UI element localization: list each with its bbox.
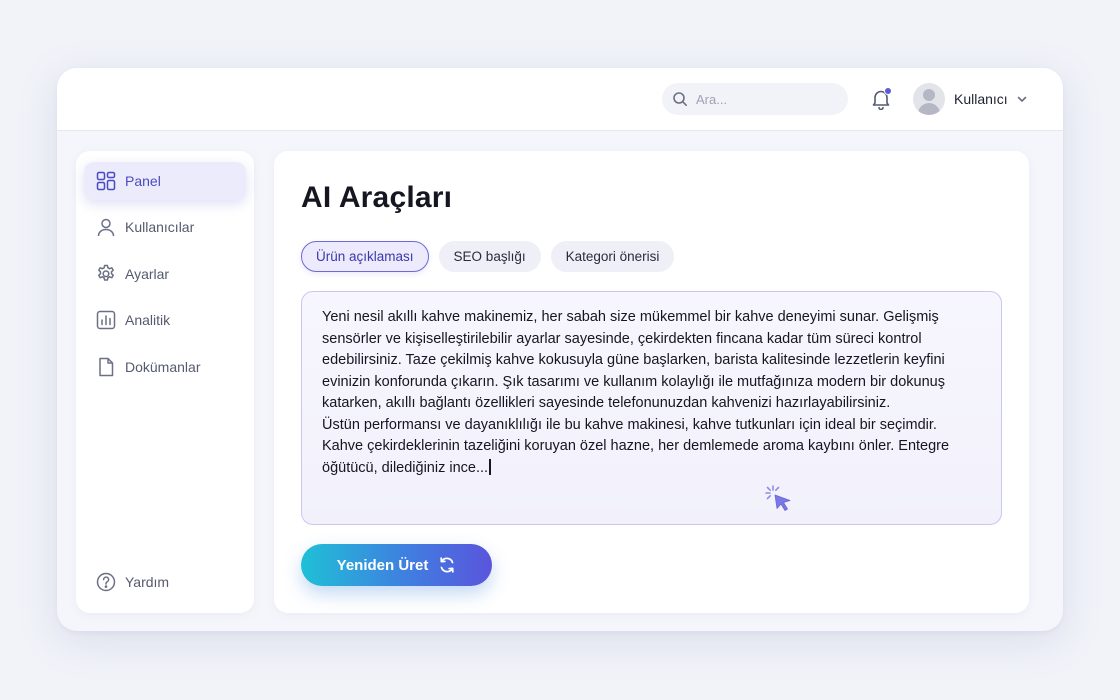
main-panel: AI Araçları Ürün açıklaması SEO başlığı … xyxy=(274,151,1029,613)
search-box[interactable] xyxy=(662,83,848,115)
editor-paragraph-2: Üstün performansı ve dayanıklılığı ile b… xyxy=(322,415,981,480)
avatar xyxy=(913,83,945,115)
sidebar-item-label: Ayarlar xyxy=(125,266,170,282)
user-icon xyxy=(95,216,117,238)
text-caret xyxy=(489,458,491,475)
text-editor[interactable]: Yeni nesil akıllı kahve makinemiz, her s… xyxy=(301,291,1002,525)
top-bar: Kullanıcı xyxy=(57,68,1063,131)
sidebar-item-label: Panel xyxy=(125,173,161,189)
app-window: Kullanıcı Panel Kullanıcılar xyxy=(57,68,1063,631)
sidebar-item-panel[interactable]: Panel xyxy=(84,162,246,200)
sidebar-item-label: Yardım xyxy=(125,574,170,590)
regenerate-button[interactable]: Yeniden Üret xyxy=(301,544,492,586)
document-icon xyxy=(95,356,117,378)
chevron-down-icon xyxy=(1017,96,1027,102)
sidebar: Panel Kullanıcılar Ayarlar Analitik Dokü… xyxy=(76,151,254,613)
sidebar-item-label: Dokümanlar xyxy=(125,359,201,375)
click-cursor-icon xyxy=(765,485,791,511)
tab-seo-title[interactable]: SEO başlığı xyxy=(438,241,541,272)
tab-product-description[interactable]: Ürün açıklaması xyxy=(301,241,429,272)
refresh-icon xyxy=(440,557,455,573)
tab-bar: Ürün açıklaması SEO başlığı Kategori öne… xyxy=(301,241,684,272)
gear-icon xyxy=(95,263,117,285)
search-input[interactable] xyxy=(696,91,826,107)
help-icon xyxy=(95,571,117,593)
search-icon xyxy=(673,92,687,106)
sidebar-item-label: Kullanıcılar xyxy=(125,219,195,235)
notification-button[interactable] xyxy=(869,86,893,112)
user-menu[interactable]: Kullanıcı xyxy=(913,83,1028,115)
page-title: AI Araçları xyxy=(301,181,453,214)
notification-dot xyxy=(884,87,892,95)
editor-paragraph-2-text: Üstün performansı ve dayanıklılığı ile b… xyxy=(322,416,950,476)
dashboard-icon xyxy=(95,170,117,192)
sidebar-item-help[interactable]: Yardım xyxy=(84,563,246,601)
chart-icon xyxy=(95,309,117,331)
sidebar-item-documents[interactable]: Dokümanlar xyxy=(84,348,246,386)
regenerate-button-label: Yeniden Üret xyxy=(336,556,429,574)
sidebar-item-label: Analitik xyxy=(125,312,171,328)
sidebar-item-users[interactable]: Kullanıcılar xyxy=(84,208,246,246)
sidebar-item-settings[interactable]: Ayarlar xyxy=(84,255,246,293)
user-name: Kullanıcı xyxy=(954,91,1008,107)
sidebar-item-analytics[interactable]: Analitik xyxy=(84,301,246,339)
editor-paragraph-1: Yeni nesil akıllı kahve makinemiz, her s… xyxy=(322,309,945,411)
tab-category-suggestion[interactable]: Kategori önerisi xyxy=(550,241,675,272)
